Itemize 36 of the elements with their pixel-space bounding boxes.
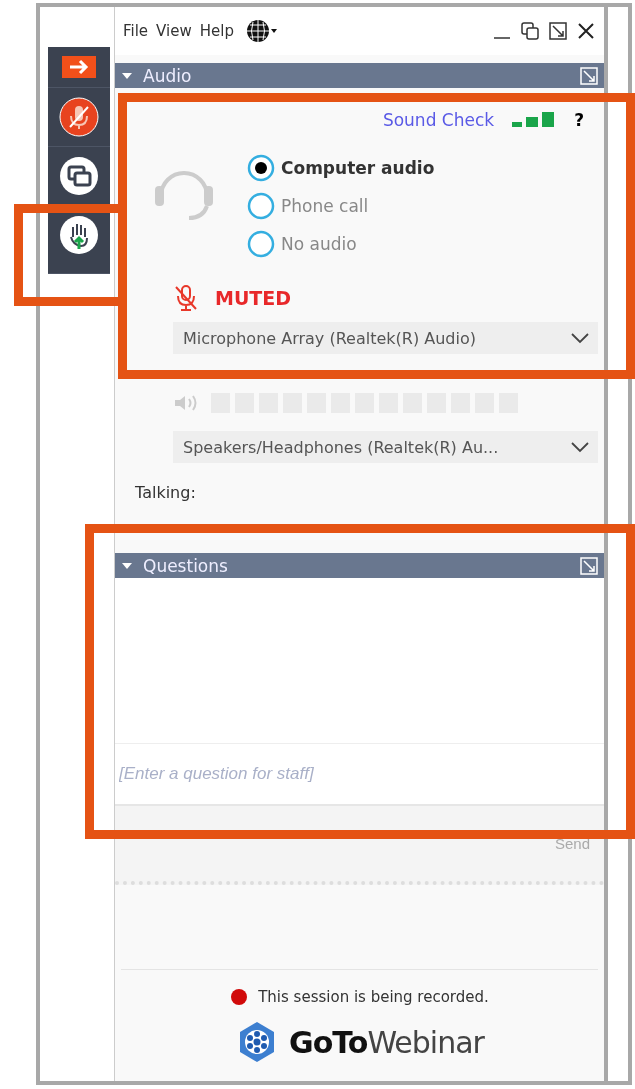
radio-option[interactable]: Computer audio [247,154,435,182]
radio-button-icon[interactable] [247,230,275,258]
mute-status: MUTED [215,287,292,309]
device-dropdown[interactable]: Speakers/Headphones (Realtek(R) Au... [173,431,598,463]
question-field[interactable]: [Enter a question for staff] [115,743,604,806]
sound-check-link[interactable]: Sound Check [382,110,495,130]
close-icon[interactable] [576,21,596,41]
recording-notice: This session is being recorded. [258,988,489,1006]
help-button[interactable]: ? [574,110,584,130]
maximize-icon[interactable] [548,21,568,41]
popout-icon[interactable] [520,21,540,41]
chevron-down-icon [570,441,590,453]
screen-share-icon[interactable] [59,156,99,196]
muted-microphone-icon[interactable] [59,97,99,137]
section-title: Audio [143,65,192,86]
logo-wordmark: GoToWebinar [289,1024,484,1060]
section-header[interactable]: Questions [115,553,604,578]
globe-icon[interactable] [245,19,278,43]
muted-microphone-icon [173,284,199,312]
talking-label: Talking: [135,483,197,502]
radio-option[interactable]: Phone call [247,192,435,220]
radio-option[interactable]: No audio [247,230,435,258]
raise-hand-icon[interactable] [59,215,99,255]
menu-item[interactable]: Help [199,22,234,40]
popout-icon[interactable] [580,556,598,575]
menu-item[interactable]: File [123,22,149,40]
popout-icon[interactable] [580,66,598,85]
menu-item[interactable]: View [156,22,192,40]
section-header[interactable]: Audio [115,63,604,88]
radio-button-icon[interactable] [247,154,275,182]
section-title: Questions [143,555,228,576]
radio-button-icon[interactable] [247,192,275,220]
chevron-down-icon [570,332,590,344]
signal-bars-icon [512,111,557,129]
recording-dot-icon [230,988,249,1006]
device-dropdown[interactable]: Microphone Array (Realtek(R) Audio) [173,322,598,354]
